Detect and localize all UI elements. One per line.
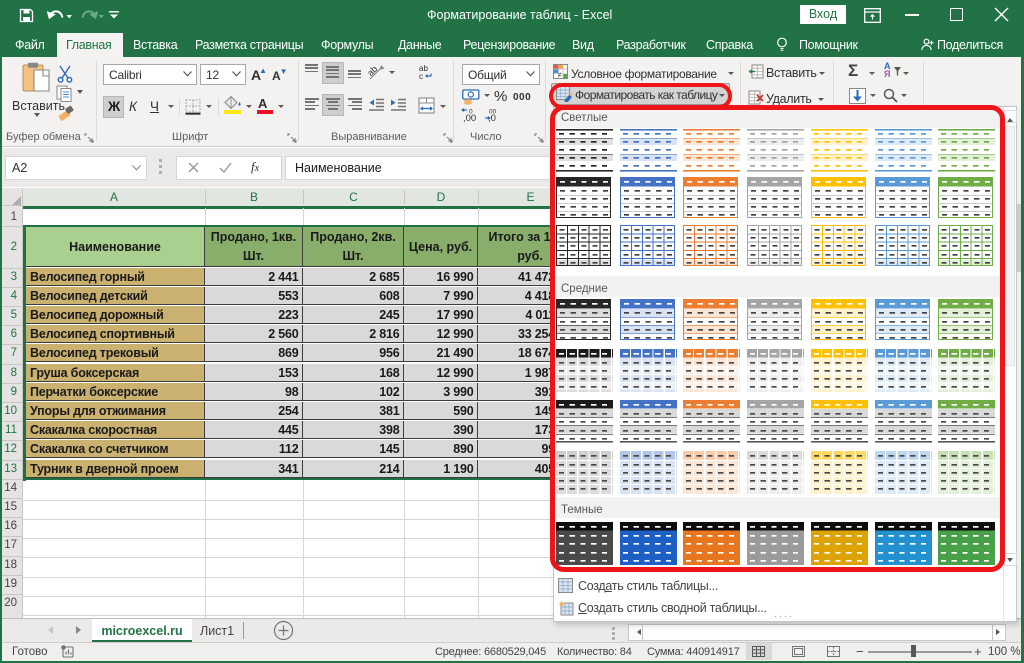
svg-text:≠: ≠ [558,72,562,79]
svg-text:0: 0 [469,109,473,116]
svg-text:ab: ab [368,64,379,78]
svg-text:00: 00 [489,109,497,116]
svg-text:c: c [419,72,423,80]
